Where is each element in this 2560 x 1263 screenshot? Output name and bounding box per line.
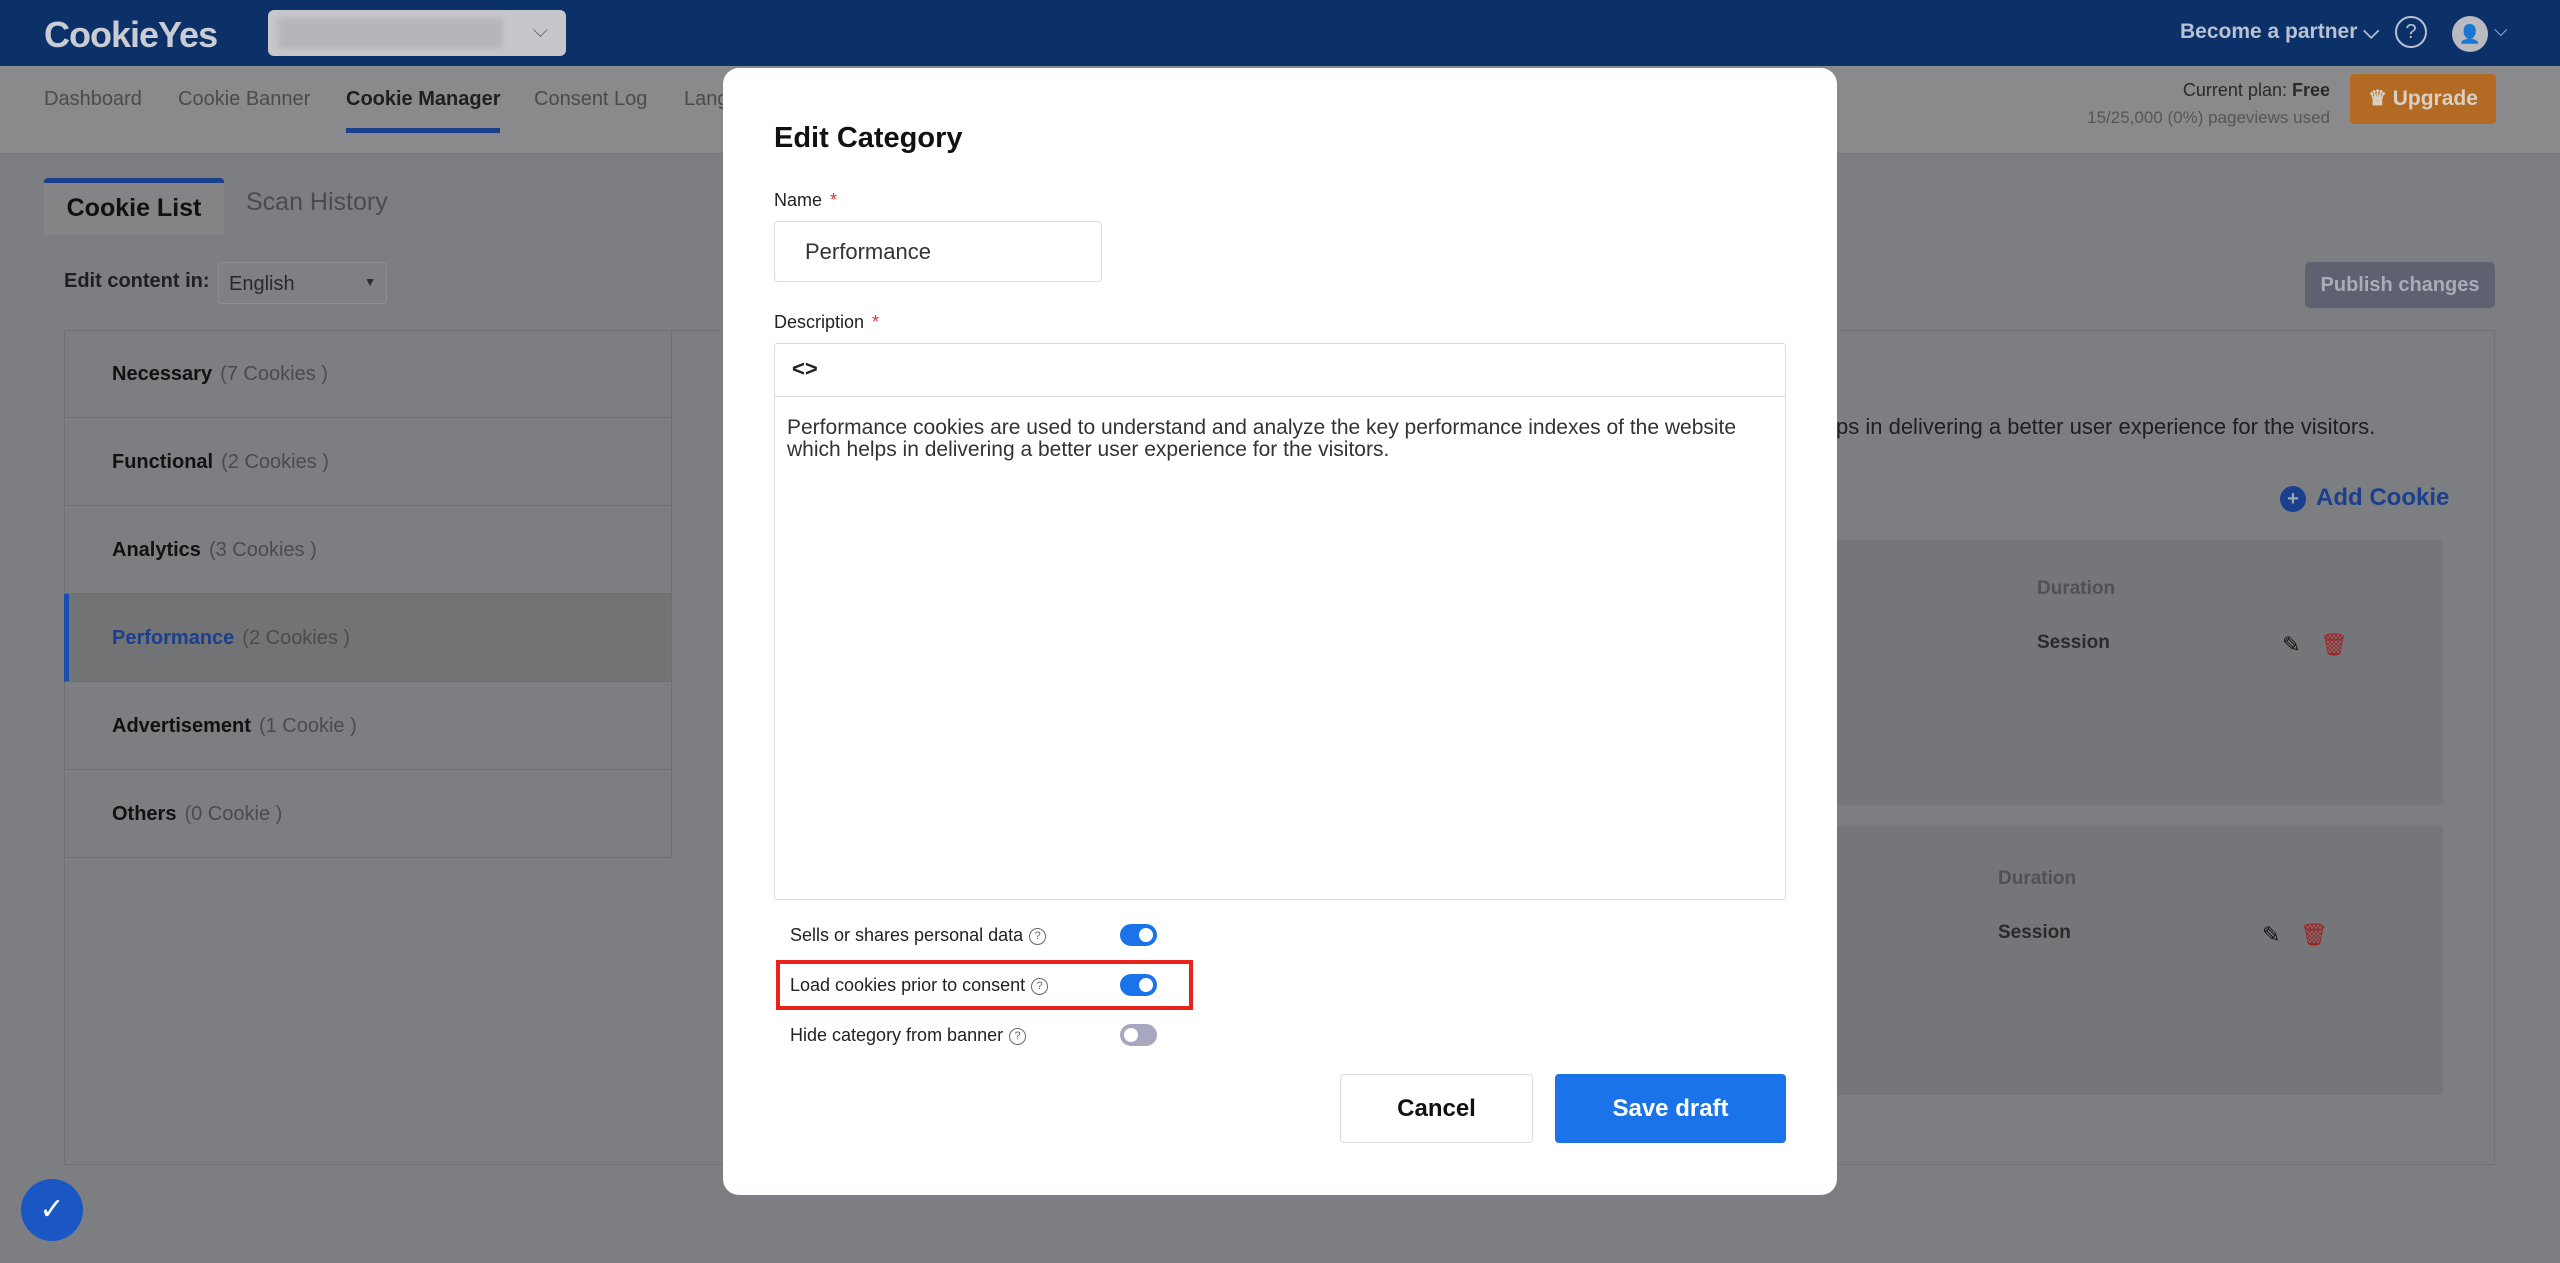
duration-header: Duration: [2037, 578, 2116, 599]
category-performance[interactable]: Performance (2 Cookies ): [64, 594, 671, 682]
caret-down-icon: ▼: [364, 275, 376, 289]
load-prior-consent-toggle[interactable]: [1120, 974, 1157, 996]
plan-info: Current plan: Free 15/25,000 (0%) pagevi…: [2087, 76, 2330, 132]
chevron-down-icon[interactable]: ⌵: [2494, 20, 2508, 41]
description-editor[interactable]: <> Performance cookies are used to under…: [774, 343, 1786, 900]
site-selector[interactable]: ⌵: [268, 10, 566, 56]
trash-icon[interactable]: 🗑: [2320, 632, 2348, 658]
tab-languages[interactable]: Lang: [684, 88, 729, 111]
avatar[interactable]: 👤: [2452, 16, 2488, 52]
help-icon[interactable]: ?: [2395, 16, 2427, 48]
plus-icon: +: [2280, 486, 2306, 512]
tab-cookie-list[interactable]: Cookie List: [44, 178, 224, 235]
source-code-icon[interactable]: <>: [775, 344, 1785, 397]
help-icon[interactable]: ?: [1009, 1027, 1027, 1045]
add-cookie-button[interactable]: + Add Cookie: [2280, 484, 2449, 512]
category-list: Necessary (7 Cookies ) Functional (2 Cooki…: [64, 330, 672, 858]
trash-icon[interactable]: 🗑: [2300, 922, 2328, 948]
description-text[interactable]: Performance cookies are used to understa…: [775, 397, 1785, 481]
name-input[interactable]: Performance: [774, 221, 1102, 282]
edit-category-modal: Edit Category Name * Performance Descript…: [723, 68, 1837, 1195]
save-draft-button[interactable]: Save draft: [1555, 1074, 1786, 1143]
description-label: Description *: [774, 312, 880, 332]
duration-value: Session: [1998, 922, 2071, 943]
plan-label: Current plan:: [2182, 80, 2292, 100]
edit-icon[interactable]: ✎: [2262, 922, 2280, 948]
chevron-down-icon: ⌵: [532, 20, 548, 42]
duration-header: Duration: [1998, 868, 2077, 889]
language-select[interactable]: English ▼: [218, 262, 387, 304]
hide-category-label: Hide category from banner?: [790, 1025, 1027, 1046]
category-functional[interactable]: Functional (2 Cookies ): [64, 418, 671, 506]
category-advertisement[interactable]: Advertisement (1 Cookie ): [64, 682, 671, 770]
duration-value: Session: [2037, 632, 2110, 653]
category-analytics[interactable]: Analytics (3 Cookies ): [64, 506, 671, 594]
category-necessary[interactable]: Necessary (7 Cookies ): [64, 330, 671, 418]
edit-content-label: Edit content in:: [64, 270, 210, 292]
cancel-button[interactable]: Cancel: [1340, 1074, 1533, 1143]
upgrade-button[interactable]: ♛ Upgrade: [2350, 74, 2496, 124]
tab-consent-log[interactable]: Consent Log: [534, 88, 647, 111]
load-prior-consent-label: Load cookies prior to consent?: [790, 975, 1049, 996]
tab-cookie-banner[interactable]: Cookie Banner: [178, 88, 310, 111]
top-bar: CookieYes ⌵ Become a partner ⌵ ? 👤 ⌵: [0, 0, 2560, 66]
category-description: ps in delivering a better user experienc…: [1836, 414, 2376, 439]
modal-title: Edit Category: [774, 122, 963, 154]
pageview-usage: 15/25,000 (0%) pageviews used: [2087, 108, 2330, 127]
tab-scan-history[interactable]: Scan History: [246, 188, 388, 217]
edit-icon[interactable]: ✎: [2282, 632, 2300, 658]
help-icon[interactable]: ?: [1031, 977, 1049, 995]
sells-data-label: Sells or shares personal data?: [790, 925, 1047, 946]
plan-value: Free: [2291, 80, 2330, 100]
tab-dashboard[interactable]: Dashboard: [44, 88, 142, 111]
sells-data-toggle[interactable]: [1120, 924, 1157, 946]
logo[interactable]: CookieYes: [44, 14, 218, 56]
tab-cookie-manager[interactable]: Cookie Manager: [346, 88, 500, 111]
publish-changes-button[interactable]: Publish changes: [2305, 262, 2495, 308]
language-value: English: [229, 273, 295, 295]
become-partner-menu[interactable]: Become a partner ⌵: [2180, 20, 2379, 44]
category-others[interactable]: Others (0 Cookie ): [64, 770, 671, 858]
name-label: Name *: [774, 190, 838, 210]
active-tab-indicator: [346, 128, 500, 133]
consent-badge-icon[interactable]: ✓: [21, 1179, 83, 1241]
hide-category-toggle[interactable]: [1120, 1024, 1157, 1046]
help-icon[interactable]: ?: [1029, 927, 1047, 945]
